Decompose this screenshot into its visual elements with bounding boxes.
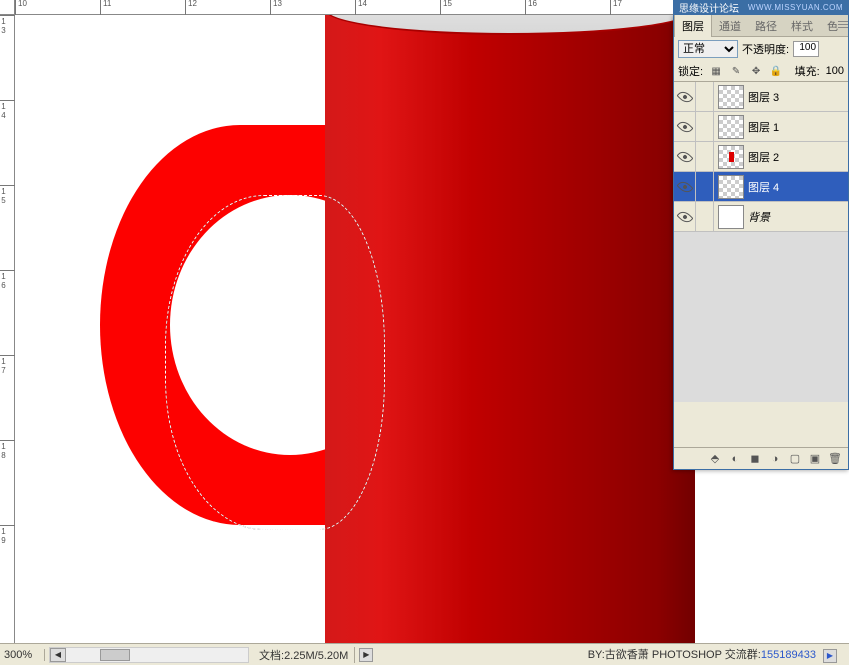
ruler-tick: 14: [0, 100, 15, 120]
layer-list: 图层 3 图层 1 图层 2 图层 4 背景: [674, 82, 848, 402]
flyout-arrow-icon[interactable]: ▶: [359, 648, 373, 662]
ruler-tick: 14: [355, 0, 367, 15]
ruler-tick: 15: [0, 185, 15, 205]
qq-group-number: 155189433: [761, 649, 816, 661]
visibility-toggle[interactable]: [674, 142, 696, 172]
visibility-toggle[interactable]: [674, 172, 696, 202]
eye-icon: [676, 208, 693, 225]
panel-menu-icon[interactable]: [838, 19, 848, 33]
layer-style-icon[interactable]: ◐: [726, 451, 744, 467]
tab-channels[interactable]: 通道: [712, 15, 748, 36]
layer-thumbnail[interactable]: [718, 145, 744, 169]
eye-icon: [676, 88, 693, 105]
ruler-tick: 15: [440, 0, 452, 15]
panel-titlebar[interactable]: 思缘设计论坛 WWW.MISSYUAN.COM: [673, 0, 849, 15]
layer-thumbnail[interactable]: [718, 115, 744, 139]
arrow-icon: ▶: [823, 649, 837, 663]
tab-paths[interactable]: 路径: [748, 15, 784, 36]
layer-name[interactable]: 背景: [748, 209, 770, 225]
blend-mode-select[interactable]: 正常: [678, 40, 738, 58]
layer-row[interactable]: 图层 2: [674, 142, 848, 172]
tab-layers[interactable]: 图层: [674, 15, 712, 37]
visibility-toggle[interactable]: [674, 112, 696, 142]
docsize-value: 2.25M/5.20M: [284, 650, 348, 662]
ruler-tick: 16: [525, 0, 537, 15]
link-cell[interactable]: [696, 202, 714, 232]
link-layers-icon[interactable]: ⬘: [706, 451, 724, 467]
credit-text: BY:古欲香萧 PHOTOSHOP 交流群:155189433 ▶: [580, 646, 849, 662]
fill-value[interactable]: 100: [826, 65, 844, 77]
link-cell[interactable]: [696, 142, 714, 172]
ruler-tick: 10: [15, 0, 27, 15]
scroll-thumb[interactable]: [100, 649, 130, 661]
new-group-icon[interactable]: ▢: [786, 451, 804, 467]
layer-name[interactable]: 图层 1: [748, 119, 779, 135]
eye-icon: [676, 148, 693, 165]
ruler-tick: 13: [270, 0, 282, 15]
ruler-origin[interactable]: [0, 0, 15, 15]
link-cell[interactable]: [696, 172, 714, 202]
link-cell[interactable]: [696, 82, 714, 112]
docsize-label: 文档:: [259, 650, 284, 662]
eye-icon: [676, 118, 693, 135]
ruler-tick: 16: [0, 270, 15, 290]
status-bar: 300% ◀ 文档:2.25M/5.20M ▶ BY:古欲香萧 PHOTOSHO…: [0, 643, 849, 665]
lock-label: 锁定:: [678, 63, 703, 79]
layer-name[interactable]: 图层 2: [748, 149, 779, 165]
zoom-level[interactable]: 300%: [0, 649, 45, 661]
ruler-tick: 17: [0, 355, 15, 375]
scroll-left-icon[interactable]: ◀: [50, 648, 66, 662]
ruler-tick: 18: [0, 440, 15, 460]
fill-label: 填充:: [795, 63, 820, 79]
layer-mask-icon[interactable]: ◼: [746, 451, 764, 467]
opacity-value[interactable]: 100: [793, 41, 819, 57]
eye-icon: [676, 178, 693, 195]
lock-pixels-icon[interactable]: ✎: [729, 64, 743, 78]
layer-thumbnail[interactable]: [718, 175, 744, 199]
link-cell[interactable]: [696, 112, 714, 142]
app-title: 思缘设计论坛: [679, 0, 739, 15]
layer-thumbnail[interactable]: [718, 85, 744, 109]
layer-row[interactable]: 背景: [674, 202, 848, 232]
lock-transparency-icon[interactable]: ▦: [709, 64, 723, 78]
layer-name[interactable]: 图层 3: [748, 89, 779, 105]
ruler-tick: 19: [0, 525, 15, 545]
opacity-label: 不透明度:: [742, 41, 789, 57]
layer-row[interactable]: 图层 3: [674, 82, 848, 112]
panel-tabs: 图层 通道 路径 样式 色: [674, 15, 848, 37]
ruler-tick: 12: [185, 0, 197, 15]
ruler-tick: 11: [100, 0, 111, 15]
ruler-tick: 17: [610, 0, 622, 15]
panel-bottom-bar: ⬘ ◐ ◼ ◑ ▢ ▣ 🗑: [674, 447, 848, 469]
layer-thumbnail[interactable]: [718, 205, 744, 229]
delete-layer-icon[interactable]: 🗑: [826, 451, 844, 467]
marquee-selection[interactable]: [165, 195, 385, 530]
lock-all-icon[interactable]: 🔒: [769, 64, 783, 78]
visibility-toggle[interactable]: [674, 202, 696, 232]
tab-styles[interactable]: 样式: [784, 15, 820, 36]
layers-panel[interactable]: 思缘设计论坛 WWW.MISSYUAN.COM 图层 通道 路径 样式 色 正常…: [673, 15, 849, 470]
visibility-toggle[interactable]: [674, 82, 696, 112]
horizontal-scrollbar[interactable]: ◀: [49, 647, 249, 663]
layer-name[interactable]: 图层 4: [748, 179, 779, 195]
app-url[interactable]: WWW.MISSYUAN.COM: [748, 3, 843, 12]
ruler-tick: 13: [0, 15, 15, 35]
layer-row[interactable]: 图层 1: [674, 112, 848, 142]
ruler-vertical[interactable]: 13 14 15 16 17 18 19: [0, 15, 15, 643]
lock-position-icon[interactable]: ✥: [749, 64, 763, 78]
new-layer-icon[interactable]: ▣: [806, 451, 824, 467]
layer-row[interactable]: 图层 4: [674, 172, 848, 202]
adjustment-layer-icon[interactable]: ◑: [766, 451, 784, 467]
